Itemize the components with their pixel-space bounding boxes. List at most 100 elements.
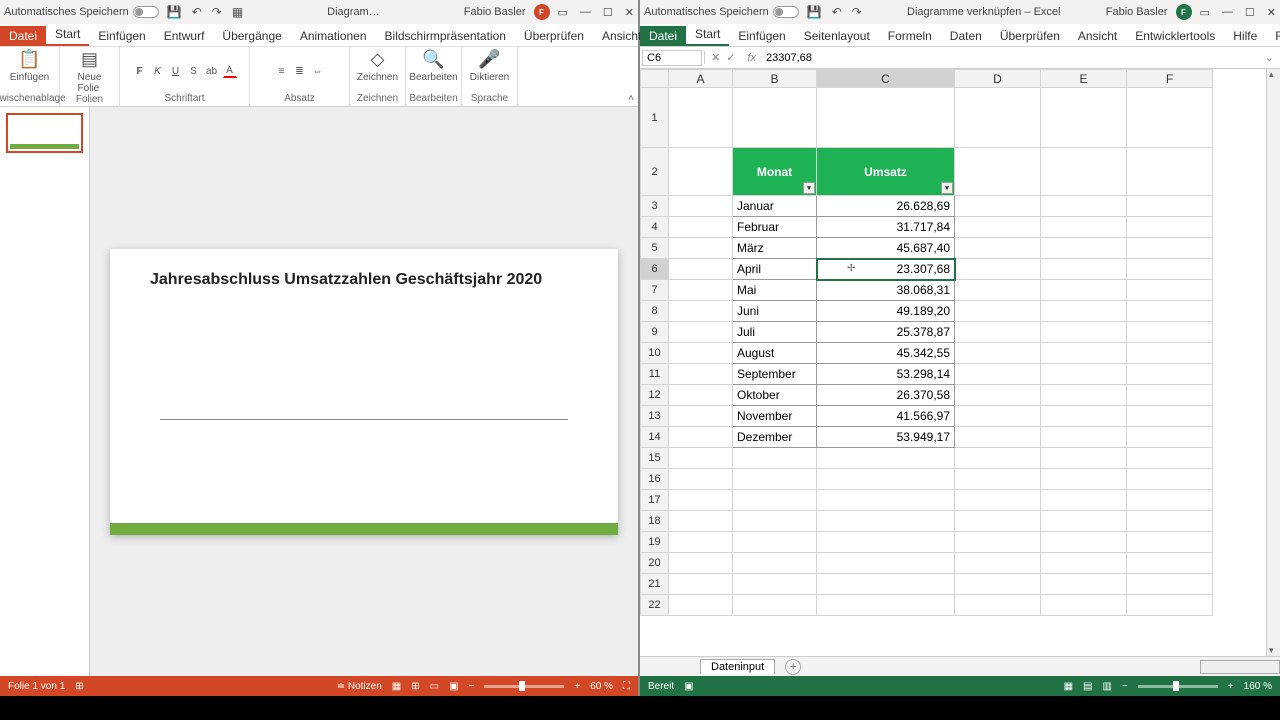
zoom-in-button[interactable]: + xyxy=(574,681,580,692)
cell-C19[interactable] xyxy=(817,532,955,553)
xl-autosave-toggle[interactable]: Automatisches Speichern xyxy=(644,6,799,18)
cell-B16[interactable] xyxy=(733,469,817,490)
cell-B4[interactable]: Februar xyxy=(733,217,817,238)
slide-thumbnail-1[interactable] xyxy=(6,113,83,153)
row-header-11[interactable]: 11 xyxy=(641,364,669,385)
cell-D9[interactable] xyxy=(955,322,1041,343)
cell-C17[interactable] xyxy=(817,490,955,511)
row-header-1[interactable]: 1 xyxy=(641,88,669,148)
tab-ansicht[interactable]: Ansicht xyxy=(1069,26,1126,46)
cell-F15[interactable] xyxy=(1127,448,1213,469)
fx-icon[interactable]: fx xyxy=(741,52,762,64)
cell-D7[interactable] xyxy=(955,280,1041,301)
cell-B15[interactable] xyxy=(733,448,817,469)
cell-F18[interactable] xyxy=(1127,511,1213,532)
cell-D11[interactable] xyxy=(955,364,1041,385)
zoom-level[interactable]: 60 % xyxy=(590,681,613,692)
cell-C6[interactable]: ✢23.307,68 xyxy=(817,259,955,280)
cell-B12[interactable]: Oktober xyxy=(733,385,817,406)
cell-A15[interactable] xyxy=(669,448,733,469)
cell-C1[interactable] xyxy=(817,88,955,148)
slideshow-view-icon[interactable]: ▣ xyxy=(449,681,458,692)
row-header-9[interactable]: 9 xyxy=(641,322,669,343)
tab-datei[interactable]: Datei xyxy=(0,26,46,46)
cell-E20[interactable] xyxy=(1041,553,1127,574)
bold-button[interactable]: F xyxy=(133,64,147,78)
cell-D2[interactable] xyxy=(955,148,1041,196)
cell-F2[interactable] xyxy=(1127,148,1213,196)
pp-user-avatar[interactable]: F xyxy=(534,4,550,20)
close-icon[interactable]: ✕ xyxy=(1267,6,1276,19)
zoom-out-button[interactable]: − xyxy=(1122,681,1128,692)
tab-einfügen[interactable]: Einfügen xyxy=(89,26,154,46)
cell-F19[interactable] xyxy=(1127,532,1213,553)
cell-E1[interactable] xyxy=(1041,88,1127,148)
tab-überprüfen[interactable]: Überprüfen xyxy=(991,26,1069,46)
zoom-level[interactable]: 160 % xyxy=(1244,681,1272,692)
cell-B3[interactable]: Januar xyxy=(733,196,817,217)
cell-B6[interactable]: April xyxy=(733,259,817,280)
cell-A3[interactable] xyxy=(669,196,733,217)
cell-C7[interactable]: 38.068,31 xyxy=(817,280,955,301)
cell-E9[interactable] xyxy=(1041,322,1127,343)
tab-entwicklertools[interactable]: Entwicklertools xyxy=(1126,26,1224,46)
cell-D3[interactable] xyxy=(955,196,1041,217)
numbering-button[interactable]: ≣ xyxy=(293,64,307,78)
zoom-slider[interactable] xyxy=(1138,685,1218,688)
cell-A18[interactable] xyxy=(669,511,733,532)
normal-view-icon[interactable]: ▦ xyxy=(392,681,401,692)
row-header-13[interactable]: 13 xyxy=(641,406,669,427)
cell-C8[interactable]: 49.189,20 xyxy=(817,301,955,322)
row-header-12[interactable]: 12 xyxy=(641,385,669,406)
cell-A7[interactable] xyxy=(669,280,733,301)
reading-view-icon[interactable]: ▭ xyxy=(430,681,439,692)
paste-button[interactable]: 📋Einfügen xyxy=(10,49,49,83)
cell-E11[interactable] xyxy=(1041,364,1127,385)
cell-C3[interactable]: 26.628,69 xyxy=(817,196,955,217)
tab-hilfe[interactable]: Hilfe xyxy=(1224,26,1266,46)
cell-D22[interactable] xyxy=(955,595,1041,616)
tab-start[interactable]: Start xyxy=(686,24,729,46)
cell-A10[interactable] xyxy=(669,343,733,364)
cell-F7[interactable] xyxy=(1127,280,1213,301)
row-header-15[interactable]: 15 xyxy=(641,448,669,469)
cell-E7[interactable] xyxy=(1041,280,1127,301)
cell-D1[interactable] xyxy=(955,88,1041,148)
cell-F8[interactable] xyxy=(1127,301,1213,322)
cell-A6[interactable] xyxy=(669,259,733,280)
underline-button[interactable]: U xyxy=(169,64,183,78)
vertical-scrollbar[interactable] xyxy=(1266,69,1280,656)
cell-F9[interactable] xyxy=(1127,322,1213,343)
cell-A21[interactable] xyxy=(669,574,733,595)
slide-title[interactable]: Jahresabschluss Umsatzzahlen Geschäftsja… xyxy=(150,271,578,289)
page-break-icon[interactable]: ▥ xyxy=(1103,681,1112,692)
cell-C4[interactable]: 31.717,84 xyxy=(817,217,955,238)
horizontal-scrollbar[interactable] xyxy=(1200,660,1280,674)
cell-F16[interactable] xyxy=(1127,469,1213,490)
row-header-5[interactable]: 5 xyxy=(641,238,669,259)
cell-F21[interactable] xyxy=(1127,574,1213,595)
cell-C10[interactable]: 45.342,55 xyxy=(817,343,955,364)
cell-D16[interactable] xyxy=(955,469,1041,490)
row-header-17[interactable]: 17 xyxy=(641,490,669,511)
cell-C11[interactable]: 53.298,14 xyxy=(817,364,955,385)
cell-B10[interactable]: August xyxy=(733,343,817,364)
cell-E14[interactable] xyxy=(1041,427,1127,448)
row-header-19[interactable]: 19 xyxy=(641,532,669,553)
cell-D12[interactable] xyxy=(955,385,1041,406)
row-header-7[interactable]: 7 xyxy=(641,280,669,301)
cell-F10[interactable] xyxy=(1127,343,1213,364)
row-header-6[interactable]: 6 xyxy=(641,259,669,280)
zoom-in-button[interactable]: + xyxy=(1228,681,1234,692)
zoom-slider[interactable] xyxy=(484,685,564,688)
row-header-2[interactable]: 2 xyxy=(641,148,669,196)
normal-view-icon[interactable]: ▦ xyxy=(1064,681,1073,692)
collapse-ribbon-icon[interactable]: ˄ xyxy=(628,93,634,104)
cell-B17[interactable] xyxy=(733,490,817,511)
cell-D8[interactable] xyxy=(955,301,1041,322)
cell-C21[interactable] xyxy=(817,574,955,595)
sheet-tab-dateninput[interactable]: Dateninput xyxy=(700,659,775,674)
notes-button[interactable]: ≐ Notizen xyxy=(337,681,382,692)
cell-A13[interactable] xyxy=(669,406,733,427)
xl-user-avatar[interactable]: F xyxy=(1176,4,1192,20)
